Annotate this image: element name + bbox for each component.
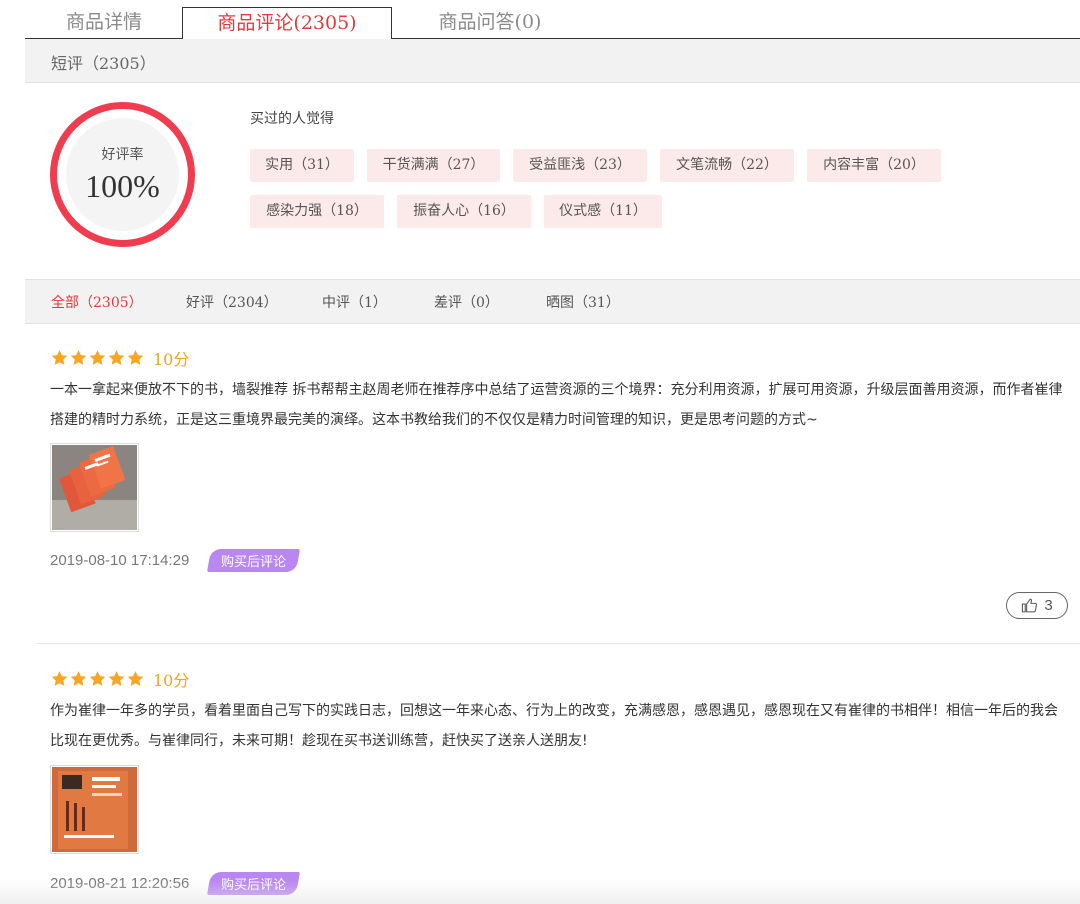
- like-button[interactable]: 3: [1006, 592, 1068, 619]
- filter-neutral[interactable]: 中评（1）: [322, 292, 387, 312]
- impression-tag[interactable]: 干货满满（27）: [367, 149, 500, 182]
- impression-tag[interactable]: 受益匪浅（23）: [513, 149, 647, 182]
- star-icon: [108, 350, 125, 365]
- purchased-badge: 购买后评论: [207, 549, 301, 572]
- impression-tag[interactable]: 文笔流畅（22）: [660, 149, 794, 182]
- filter-negative[interactable]: 差评（0）: [434, 292, 499, 312]
- book-photo-image: [52, 767, 137, 852]
- filter-with-photos[interactable]: 晒图（31）: [546, 292, 620, 312]
- tab-product-reviews[interactable]: 商品评论(2305): [182, 7, 392, 40]
- review-filter-bar: 全部（2305） 好评（2304） 中评（1） 差评（0） 晒图（31）: [25, 279, 1080, 324]
- star-icon: [70, 350, 87, 365]
- star-icon: [89, 350, 106, 365]
- review-text: 作为崔律一年多的学员，看着里面自己写下的实践日志，回想这一年来心态、行为上的改变…: [50, 703, 1058, 749]
- short-review-header: 短评（2305）: [25, 39, 1080, 83]
- tab-product-qa[interactable]: 商品问答(0): [405, 7, 575, 39]
- star-icon: [127, 350, 144, 365]
- review-score: 10分: [153, 671, 190, 690]
- review-date: 2019-08-10 17:14:29: [50, 552, 190, 569]
- filter-positive[interactable]: 好评（2304）: [186, 292, 278, 312]
- review-score: 10分: [153, 350, 190, 369]
- impression-tag[interactable]: 实用（31）: [250, 149, 354, 182]
- star-icon: [108, 671, 125, 686]
- review-photo-thumbnail[interactable]: [50, 443, 139, 532]
- star-icon: [70, 671, 87, 686]
- star-icon: [127, 671, 144, 686]
- impression-tag[interactable]: 内容丰富（20）: [807, 149, 941, 182]
- star-icon: [51, 350, 68, 365]
- review-item: 10分 作为崔律一年多的学员，看着里面自己写下的实践日志，回想这一年来心态、行为…: [50, 668, 1075, 898]
- book-photo-image: [52, 445, 137, 530]
- review-item: 10分 一本一拿起来便放不下的书，墙裂推荐 拆书帮帮主赵周老师在推荐序中总结了运…: [50, 347, 1075, 627]
- review-stars: 10分: [50, 668, 189, 690]
- tab-product-details[interactable]: 商品详情: [39, 7, 169, 39]
- impression-tag[interactable]: 仪式感（11）: [544, 195, 662, 228]
- star-icon: [89, 671, 106, 686]
- positive-rate-label: 好评率: [101, 147, 144, 163]
- positive-rate-ring: 好评率 100%: [50, 102, 195, 247]
- positive-rate-value: 100%: [85, 168, 160, 204]
- bottom-shadow: [0, 880, 1080, 904]
- thumbs-up-icon: [1022, 598, 1038, 613]
- review-meta: 2019-08-10 17:14:29 购买后评论: [50, 549, 301, 572]
- star-icon: [51, 671, 68, 686]
- review-photo-thumbnail[interactable]: [50, 765, 139, 854]
- review-divider: [37, 643, 1080, 644]
- review-stars: 10分: [50, 347, 189, 369]
- impression-tag[interactable]: 感染力强（18）: [250, 195, 384, 228]
- filter-all[interactable]: 全部（2305）: [51, 292, 143, 312]
- impression-tag[interactable]: 振奋人心（16）: [397, 195, 531, 228]
- positive-rate-inner: 好评率 100%: [66, 118, 179, 231]
- like-count: 3: [1044, 597, 1053, 614]
- product-tabs: 商品详情 商品评论(2305) 商品问答(0): [25, 0, 1080, 40]
- buyers-think-title: 买过的人觉得: [250, 111, 334, 127]
- review-text: 一本一拿起来便放不下的书，墙裂推荐 拆书帮帮主赵周老师在推荐序中总结了运营资源的…: [50, 382, 1063, 428]
- short-review-label: 短评（2305）: [51, 54, 156, 73]
